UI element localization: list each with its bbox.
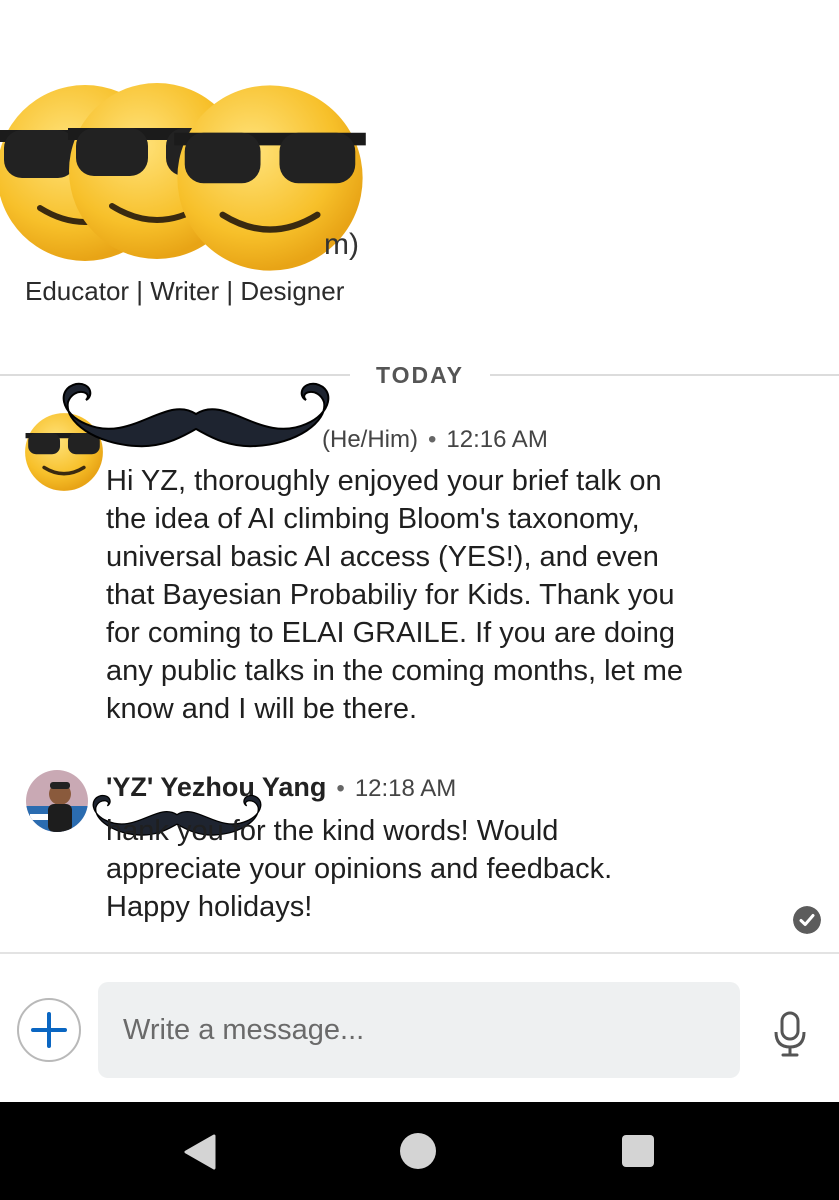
message-item: 'YZ' Yezhou Yang • 12:18 AM hank you for t…	[0, 768, 839, 943]
message-timestamp: 12:18 AM	[354, 775, 457, 802]
recents-square-icon[interactable]	[620, 1133, 656, 1169]
meta-separator: •	[428, 426, 437, 453]
message-meta: (He/Him) • 12:16 AM	[322, 426, 548, 454]
profile-avatars-obscured	[0, 70, 380, 290]
compose-bar	[0, 952, 839, 1102]
message-timestamp: 12:16 AM	[446, 426, 548, 453]
meta-separator: •	[336, 775, 345, 802]
system-nav-bar	[0, 1102, 839, 1200]
message-body: hank you for the kind words! Would appre…	[106, 815, 613, 923]
profile-header: m) Educator | Writer | Designer	[0, 0, 839, 340]
add-attachment-button[interactable]	[17, 998, 81, 1062]
divider-line-right	[490, 374, 839, 376]
plus-icon	[31, 1012, 67, 1048]
date-divider-label: TODAY	[376, 362, 464, 388]
mustache-overlay-icon	[62, 382, 330, 448]
profile-headline: Educator | Writer | Designer	[25, 276, 345, 306]
profile-name[interactable]: m)	[324, 228, 359, 262]
message-input[interactable]	[98, 982, 740, 1078]
sender-avatar-photo[interactable]	[26, 770, 88, 832]
checkmark-icon	[793, 906, 821, 934]
message-item: (He/Him) • 12:16 AM Hi YZ, thoroughly enjo…	[0, 382, 839, 730]
home-circle-icon[interactable]	[398, 1131, 438, 1171]
back-triangle-icon[interactable]	[180, 1132, 220, 1172]
microphone-icon[interactable]	[772, 1010, 808, 1058]
message-body: Hi YZ, thoroughly enjoyed your brief tal…	[106, 465, 684, 725]
